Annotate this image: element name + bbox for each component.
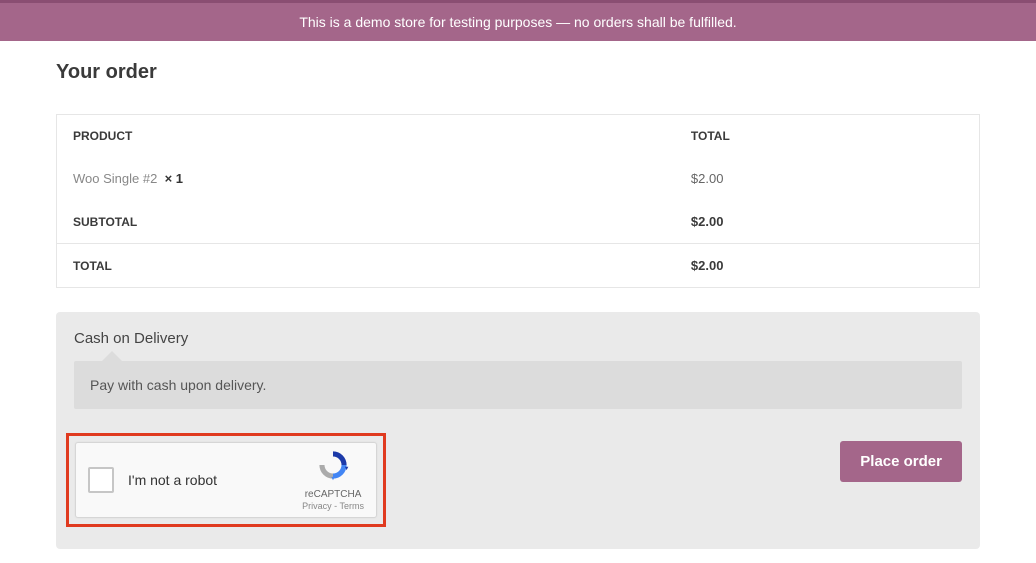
order-header-product: PRODUCT [57, 115, 675, 158]
recaptcha-brand-name: reCAPTCHA [302, 488, 364, 501]
recaptcha-privacy-link[interactable]: Privacy [302, 501, 332, 511]
payment-method-title: Cash on Delivery [74, 330, 962, 347]
table-row: Woo Single #2 × 1 $2.00 [57, 157, 980, 200]
recaptcha-icon [316, 448, 350, 482]
recaptcha-terms-link[interactable]: Terms [340, 501, 365, 511]
subtotal-row: SUBTOTAL $2.00 [57, 200, 980, 244]
recaptcha-widget: I'm not a robot reCAPTCHA Privacy - Term… [75, 442, 377, 518]
recaptcha-brand: reCAPTCHA Privacy - Terms [302, 448, 364, 512]
recaptcha-checkbox[interactable] [88, 467, 114, 493]
payment-methods-box: Cash on Delivery Pay with cash upon deli… [56, 312, 980, 549]
subtotal-label: SUBTOTAL [57, 200, 675, 244]
total-value: $2.00 [675, 244, 980, 288]
order-review-table: PRODUCT TOTAL Woo Single #2 × 1 $2.00 SU… [56, 114, 980, 288]
recaptcha-highlight-box: I'm not a robot reCAPTCHA Privacy - Term… [66, 433, 386, 527]
product-total: $2.00 [675, 157, 980, 200]
payment-method-description: Pay with cash upon delivery. [74, 361, 962, 409]
product-quantity: × 1 [165, 171, 183, 186]
order-header-total: TOTAL [675, 115, 980, 158]
place-order-button[interactable]: Place order [840, 441, 962, 482]
demo-store-banner: This is a demo store for testing purpose… [0, 0, 1036, 41]
total-row: TOTAL $2.00 [57, 244, 980, 288]
product-name: Woo Single #2 [73, 171, 157, 186]
subtotal-value: $2.00 [675, 200, 980, 244]
recaptcha-label: I'm not a robot [128, 472, 302, 488]
total-label: TOTAL [57, 244, 675, 288]
page-title: Your order [56, 61, 980, 84]
demo-store-banner-text: This is a demo store for testing purpose… [299, 14, 736, 30]
